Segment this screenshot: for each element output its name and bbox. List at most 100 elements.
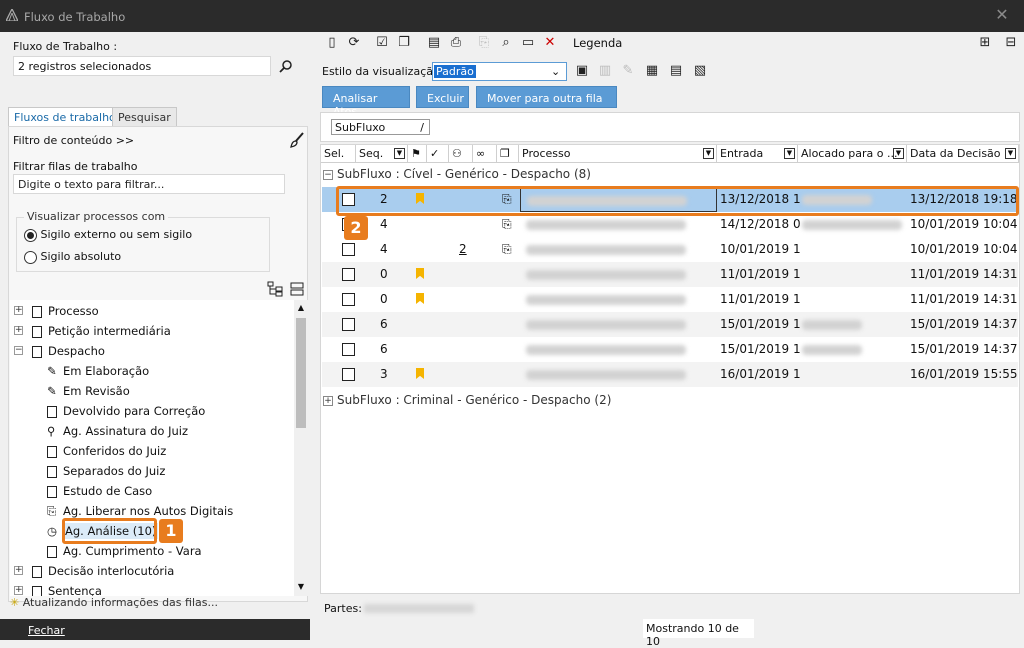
search-icon[interactable] xyxy=(279,59,293,73)
col-entrada[interactable]: Entrada ▼ xyxy=(717,145,798,163)
row-checkbox[interactable] xyxy=(342,318,355,331)
estilo-select[interactable]: Padrão ⌄ xyxy=(432,62,567,81)
edit-icon[interactable]: ✎ xyxy=(620,63,636,79)
tree-item-peticao[interactable]: + Petição intermediária xyxy=(14,321,294,341)
collapse-icon[interactable]: − xyxy=(323,169,333,180)
columns-icon[interactable]: ▤ xyxy=(668,63,684,79)
expand-icon[interactable]: + xyxy=(323,395,333,406)
copy-doc-icon: ❐ xyxy=(500,147,510,160)
checkmark-icon: ✓ xyxy=(430,147,440,160)
tree-item-devolvido[interactable]: Devolvido para Correção xyxy=(47,401,205,421)
col-seq[interactable]: Seq. ▼ xyxy=(356,145,408,163)
tree-item-despacho[interactable]: − Despacho xyxy=(14,341,294,361)
table-row[interactable]: 0 11/01/2019 14 11/01/2019 14:31:4 xyxy=(322,262,1018,287)
filter-dropdown-icon[interactable]: ▼ xyxy=(394,148,405,159)
col-data-decisao[interactable]: Data da Decisão ▼ xyxy=(907,145,1019,163)
table-row[interactable]: 0 11/01/2019 14 11/01/2019 14:31:4 xyxy=(322,287,1018,312)
row-checkbox[interactable] xyxy=(342,293,355,306)
filtrar-input[interactable]: Digite o texto para filtrar... xyxy=(13,174,285,194)
scroll-up-icon[interactable]: ▲ xyxy=(296,303,306,312)
flag-icon xyxy=(416,293,424,304)
tree-item-estudo-caso[interactable]: Estudo de Caso xyxy=(47,481,152,501)
document-icon xyxy=(47,545,57,558)
layout-tree-icon[interactable]: ⊞ xyxy=(977,35,993,51)
brush-icon[interactable] xyxy=(289,132,305,148)
filter-dropdown-icon[interactable]: ▼ xyxy=(784,148,795,159)
tree-item-em-elaboracao[interactable]: ✎ Em Elaboração xyxy=(47,361,149,381)
clock-icon: ◷ xyxy=(47,524,58,538)
filter-dropdown-icon[interactable]: ▼ xyxy=(703,148,714,159)
find-document-icon[interactable]: ⌕ xyxy=(498,35,514,51)
export-excel-icon[interactable]: ▦ xyxy=(644,63,660,79)
col-users[interactable]: ⚇ xyxy=(449,145,473,163)
clipboard-icon[interactable]: ▤ xyxy=(426,35,442,51)
document-icon xyxy=(32,325,42,338)
radio-sigilo-absoluto[interactable]: Sigilo absoluto xyxy=(24,250,121,264)
table-row[interactable]: 6 15/01/2019 14 15/01/2019 14:37:2 xyxy=(322,337,1018,362)
row-checkbox[interactable] xyxy=(342,243,355,256)
panel-toggle-icon[interactable]: ⊟ xyxy=(1003,35,1019,51)
collapse-all-icon[interactable] xyxy=(290,282,304,296)
filter-dropdown-icon[interactable]: ▼ xyxy=(893,148,904,159)
left-tabs: Fluxos de trabalho Pesquisar xyxy=(8,107,308,126)
tab-pesquisar[interactable]: Pesquisar xyxy=(112,107,177,126)
group-header-criminal[interactable]: + SubFluxo : Criminal - Genérico - Despac… xyxy=(323,389,611,411)
tab-fluxos[interactable]: Fluxos de trabalho xyxy=(8,107,122,126)
new-document-icon[interactable]: ▯ xyxy=(324,35,340,51)
row-checkbox[interactable] xyxy=(342,268,355,281)
legenda-link[interactable]: Legenda xyxy=(573,36,622,50)
table-row[interactable]: 3 16/01/2019 14 16/01/2019 15:55:1 xyxy=(322,362,1018,387)
table-row[interactable]: 6 15/01/2019 14 15/01/2019 14:37:2 xyxy=(322,312,1018,337)
col-processo[interactable]: Processo ▼ xyxy=(519,145,717,163)
group-by-area: SubFluxo / xyxy=(320,112,1020,142)
radio-sigilo-externo[interactable]: Sigilo externo ou sem sigilo xyxy=(24,228,192,242)
fechar-button[interactable]: Fechar xyxy=(0,619,310,640)
print-icon[interactable]: ⎙ xyxy=(448,35,464,51)
link-count[interactable]: 2 xyxy=(459,237,467,262)
fluxo-field[interactable]: 2 registros selecionados xyxy=(13,56,271,76)
title-bar: Fluxo de Trabalho ✕ xyxy=(0,0,1024,32)
attach-icon[interactable]: ⎘ xyxy=(476,35,492,51)
row-checkbox[interactable] xyxy=(342,343,355,356)
tree-item-separados[interactable]: Separados do Juiz xyxy=(47,461,165,481)
excluir-button[interactable]: Excluir xyxy=(416,86,469,108)
tree-view-icon[interactable] xyxy=(267,281,283,297)
row-checkbox[interactable] xyxy=(342,368,355,381)
checklist-icon[interactable]: ☑ xyxy=(374,35,390,51)
estilo-value: Padrão xyxy=(434,65,476,78)
col-check[interactable]: ✓ xyxy=(427,145,449,163)
status-text: Atualizando informações das filas... xyxy=(22,596,218,609)
save-icon[interactable]: ▣ xyxy=(574,63,590,79)
analisar-atos-button[interactable]: Analisar Atos xyxy=(322,86,410,118)
tree-item-conferidos[interactable]: Conferidos do Juiz xyxy=(47,441,166,461)
visualizar-group xyxy=(16,217,270,272)
radio-unselected-icon[interactable] xyxy=(24,250,37,264)
filtro-conteudo-toggle[interactable]: Filtro de conteúdo >> xyxy=(13,134,134,147)
scroll-down-icon[interactable]: ▼ xyxy=(296,582,306,591)
groupby-chip[interactable]: SubFluxo / xyxy=(331,119,430,135)
col-copy[interactable]: ❐ xyxy=(497,145,519,163)
col-flag[interactable]: ⚑ xyxy=(408,145,427,163)
tree-item-em-revisao[interactable]: ✎ Em Revisão xyxy=(47,381,130,401)
filter-dropdown-icon[interactable]: ▼ xyxy=(1005,148,1016,159)
tree-scroll-thumb[interactable] xyxy=(296,318,306,428)
col-alocado[interactable]: Alocado para o ... ▼ xyxy=(798,145,907,163)
remove-comment-icon[interactable]: ✕ xyxy=(542,35,558,51)
comment-icon[interactable]: ▭ xyxy=(520,35,536,51)
loading-spinner-icon: ✳ xyxy=(10,596,20,609)
delete-icon[interactable]: ▥ xyxy=(597,63,613,79)
group-header-civel[interactable]: − SubFluxo : Cível - Genérico - Despacho … xyxy=(323,163,591,185)
highlight-first-row xyxy=(336,186,1019,216)
tree-item-ag-cumprimento[interactable]: Ag. Cumprimento - Vara xyxy=(47,541,202,561)
refresh-icon[interactable]: ⟳ xyxy=(346,35,362,51)
radio-selected-icon[interactable] xyxy=(24,228,37,242)
mover-button[interactable]: Mover para outra fila xyxy=(476,86,617,108)
col-sel[interactable]: Sel. xyxy=(321,145,356,163)
radio-sigilo-absoluto-label: Sigilo absoluto xyxy=(40,250,122,263)
tree-item-ag-assinatura[interactable]: ⚲ Ag. Assinatura do Juiz xyxy=(47,421,188,441)
col-link[interactable]: ∞ xyxy=(473,145,497,163)
close-icon[interactable]: ✕ xyxy=(994,7,1010,23)
table-row[interactable]: 4 2 ⎘ 10/01/2019 10 10/01/2019 10:04:1 xyxy=(322,237,1018,262)
copy-icon[interactable]: ❐ xyxy=(396,35,412,51)
grid-settings-icon[interactable]: ▧ xyxy=(692,63,708,79)
